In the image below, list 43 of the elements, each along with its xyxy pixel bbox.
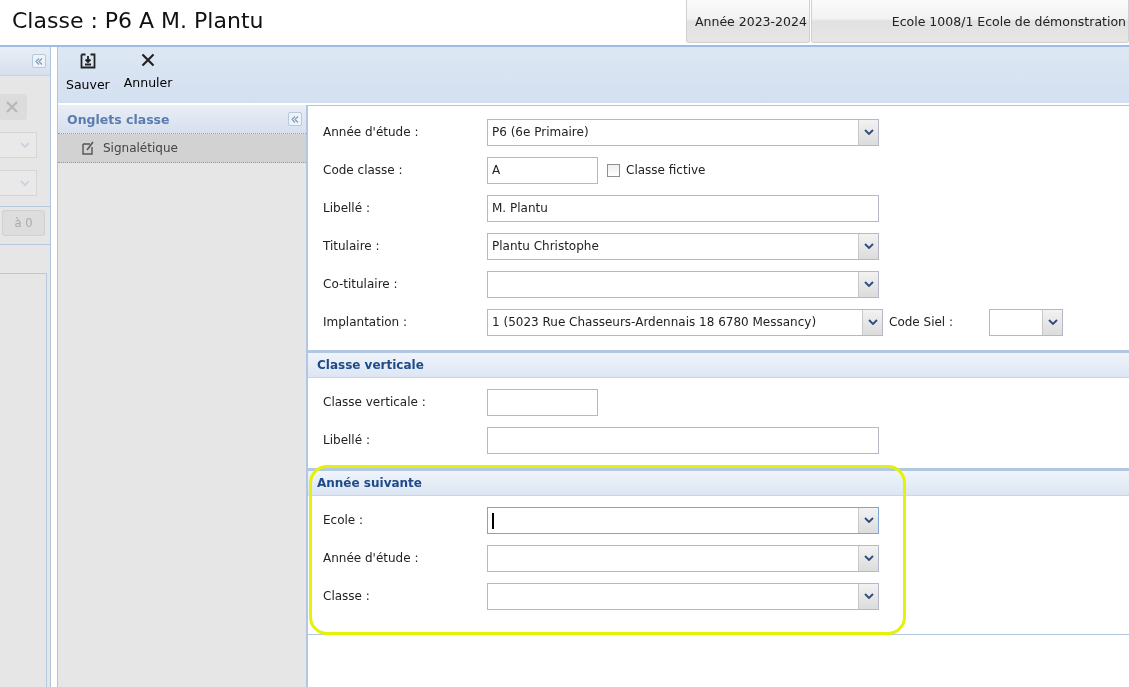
field-label: Ecole : — [323, 513, 365, 527]
save-icon — [79, 53, 96, 69]
field-label: Code classe : — [323, 163, 404, 177]
dropdown-field[interactable] — [487, 270, 879, 298]
checkbox-label[interactable]: Classe fictive — [626, 163, 706, 177]
field-label: Implantation : — [323, 315, 409, 329]
panel-title: Onglets classe — [67, 111, 170, 127]
field-label: Libellé : — [323, 433, 371, 447]
dropdown-field[interactable] — [487, 544, 879, 572]
save-button[interactable]: Sauver — [62, 47, 114, 103]
field-label: Année d'étude : — [323, 125, 420, 139]
header-tab[interactable]: Ecole 1008/1 Ecole de démonstration — [811, 0, 1129, 43]
input-field[interactable] — [487, 388, 598, 416]
field-label: Code Siel : — [889, 315, 954, 329]
dropdown-field[interactable] — [487, 506, 879, 534]
close-icon — [5, 100, 19, 114]
page-title: Classe : P6 A M. Plantu — [11, 7, 264, 35]
section-header: Classe verticale — [308, 351, 1129, 378]
field-label: Année d'étude : — [323, 551, 420, 565]
collapse-icon[interactable] — [32, 54, 46, 68]
input-field[interactable]: M. Plantu — [487, 194, 879, 222]
close-icon — [141, 53, 156, 67]
header-tab[interactable]: Année 2023-2024 — [686, 0, 810, 43]
field-label: Titulaire : — [323, 239, 381, 253]
text-cursor — [492, 512, 494, 529]
edit-icon — [82, 141, 95, 155]
input-field[interactable] — [487, 426, 879, 454]
field-label: Libellé : — [323, 201, 371, 215]
field-label: Classe verticale : — [323, 395, 427, 409]
field-label: Classe : — [323, 589, 371, 603]
dropdown-field[interactable] — [989, 308, 1064, 336]
close-button[interactable] — [0, 94, 27, 120]
collapse-icon[interactable] — [288, 112, 302, 126]
cancel-button[interactable]: Annuler — [119, 47, 177, 103]
section-header: Année suivante — [308, 469, 1129, 496]
dropdown-field[interactable]: P6 (6e Primaire) — [487, 118, 879, 146]
input-field[interactable]: A — [487, 156, 598, 184]
dropdown-field[interactable] — [487, 582, 879, 610]
field-label: Co-titulaire : — [323, 277, 399, 291]
checkbox[interactable] — [607, 163, 620, 177]
dropdown-field[interactable]: 1 (5023 Rue Chasseurs-Ardennais 18 6780 Messancy) — [487, 308, 883, 336]
dropdown-field[interactable]: Plantu Christophe — [487, 232, 879, 260]
tab-item[interactable]: Signalétique — [58, 134, 306, 163]
